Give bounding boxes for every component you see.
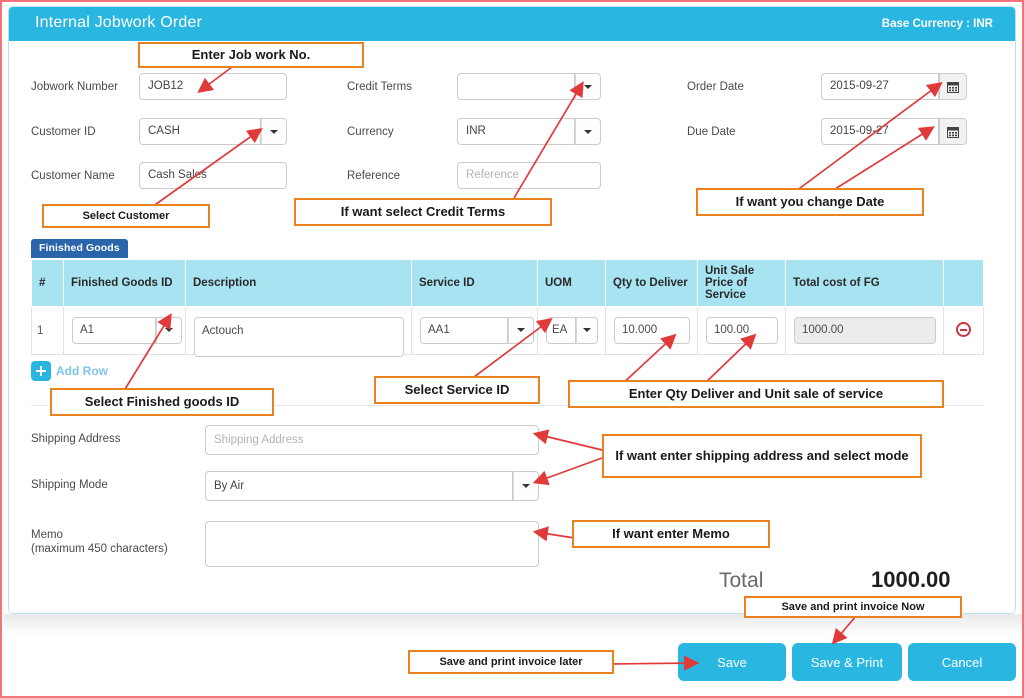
finished-goods-table: # Finished Goods ID Description Service …	[31, 259, 984, 357]
shipping-mode-input[interactable]: By Air	[205, 471, 513, 501]
cell-description: Actouch	[185, 306, 412, 357]
annotation-select-credit-terms: If want select Credit Terms	[294, 198, 552, 226]
cancel-button[interactable]: Cancel	[908, 643, 1016, 681]
label-memo-hint: (maximum 450 characters)	[31, 543, 168, 555]
currency-dropdown-button[interactable]	[575, 118, 601, 145]
annotation-save-print-later: Save and print invoice later	[408, 650, 614, 674]
chevron-down-icon	[584, 84, 592, 89]
label-memo: Memo	[31, 529, 63, 541]
annotation-select-fg-id: Select Finished goods ID	[50, 388, 274, 416]
label-customer-id: Customer ID	[31, 126, 96, 138]
finished-goods-id-dropdown-button[interactable]	[156, 316, 182, 344]
annotation-enter-qty-price: Enter Qty Deliver and Unit sale of servi…	[568, 380, 944, 408]
annotation-select-customer: Select Customer	[42, 204, 210, 228]
shipping-mode-dropdown-button[interactable]	[513, 471, 539, 501]
col-index: #	[31, 259, 64, 307]
customer-id-dropdown-button[interactable]	[261, 118, 287, 145]
qty-to-deliver-input[interactable]: 10.000	[614, 316, 690, 344]
chevron-down-icon	[165, 328, 173, 332]
order-date-calendar-button[interactable]	[939, 73, 967, 100]
label-currency: Currency	[347, 126, 394, 138]
cell-service-id: AA1	[411, 306, 538, 355]
cell-uom: EA	[537, 306, 606, 355]
finished-goods-id-input[interactable]: A1	[72, 316, 156, 344]
tab-finished-goods[interactable]: Finished Goods	[31, 239, 128, 258]
label-reference: Reference	[347, 170, 401, 182]
due-date-input[interactable]: 2015-09-27	[821, 118, 939, 145]
order-date-input[interactable]: 2015-09-27	[821, 73, 939, 100]
total-value: 1000.00	[871, 567, 951, 592]
calendar-icon	[947, 81, 959, 93]
due-date-calendar-button[interactable]	[939, 118, 967, 145]
label-order-date: Order Date	[687, 81, 744, 93]
save-button[interactable]: Save	[678, 643, 786, 681]
chevron-down-icon	[583, 328, 591, 332]
plus-icon	[31, 361, 51, 381]
cell-unit-sale-price: 100.00	[697, 306, 786, 355]
annotation-shipping: If want enter shipping address and selec…	[602, 434, 922, 478]
chevron-down-icon	[584, 129, 592, 134]
credit-terms-input[interactable]	[457, 73, 575, 100]
save-and-print-button[interactable]: Save & Print	[792, 643, 902, 681]
shipping-address-input[interactable]: Shipping Address	[205, 425, 539, 455]
uom-dropdown-button[interactable]	[576, 316, 598, 344]
label-credit-terms: Credit Terms	[347, 81, 412, 93]
cell-total-cost-fg: 1000.00	[785, 306, 944, 355]
col-actions	[943, 259, 984, 307]
col-qty-to-deliver: Qty to Deliver	[605, 259, 698, 307]
table-row: 1 A1 Actouch AA1 EA 10.000 100.00 1000.0…	[31, 306, 984, 357]
label-shipping-address: Shipping Address	[31, 433, 121, 445]
annotation-change-date: If want you change Date	[696, 188, 924, 216]
currency-input[interactable]: INR	[457, 118, 575, 145]
col-service-id: Service ID	[411, 259, 538, 307]
cell-finished-goods-id: A1	[63, 306, 186, 355]
customer-name-input[interactable]: Cash Sales	[139, 162, 287, 189]
service-id-input[interactable]: AA1	[420, 316, 508, 344]
description-input[interactable]: Actouch	[194, 316, 404, 357]
label-shipping-mode: Shipping Mode	[31, 479, 108, 491]
credit-terms-dropdown-button[interactable]	[575, 73, 601, 100]
jobwork-number-input[interactable]: JOB12	[139, 73, 287, 100]
uom-input[interactable]: EA	[546, 316, 576, 344]
panel-header: Internal Jobwork Order Base Currency : I…	[9, 7, 1015, 41]
col-unit-sale-price: Unit Sale Price of Service	[697, 259, 786, 307]
service-id-dropdown-button[interactable]	[508, 316, 534, 344]
annotation-select-service-id: Select Service ID	[374, 376, 540, 404]
table-header-row: # Finished Goods ID Description Service …	[31, 259, 984, 307]
jobwork-order-panel: Internal Jobwork Order Base Currency : I…	[8, 6, 1016, 614]
add-row-label: Add Row	[56, 364, 108, 378]
chevron-down-icon	[522, 484, 530, 488]
base-currency-label: Base Currency : INR	[881, 18, 993, 30]
memo-textarea[interactable]	[205, 521, 539, 567]
add-row-button[interactable]: Add Row	[31, 361, 108, 381]
chevron-down-icon	[270, 129, 278, 134]
cell-qty-to-deliver: 10.000	[605, 306, 698, 355]
label-jobwork-number: Jobwork Number	[31, 81, 118, 93]
annotation-memo: If want enter Memo	[572, 520, 770, 548]
remove-row-icon[interactable]	[956, 321, 971, 337]
col-uom: UOM	[537, 259, 606, 307]
cell-delete	[943, 306, 984, 355]
annotation-save-print-now: Save and print invoice Now	[744, 596, 962, 618]
page-title: Internal Jobwork Order	[35, 14, 203, 31]
row-index: 1	[31, 306, 64, 355]
total-cost-fg-value: 1000.00	[794, 316, 936, 344]
chevron-down-icon	[517, 328, 525, 332]
unit-sale-price-input[interactable]: 100.00	[706, 316, 778, 344]
col-total-cost-fg: Total cost of FG	[785, 259, 944, 307]
col-finished-goods-id: Finished Goods ID	[63, 259, 186, 307]
label-due-date: Due Date	[687, 126, 736, 138]
app-window: Internal Jobwork Order Base Currency : I…	[0, 0, 1024, 698]
calendar-icon	[947, 126, 959, 138]
label-customer-name: Customer Name	[31, 170, 115, 182]
reference-input[interactable]: Reference	[457, 162, 601, 189]
customer-id-input[interactable]: CASH	[139, 118, 261, 145]
col-description: Description	[185, 259, 412, 307]
annotation-enter-jobwork-no: Enter Job work No.	[138, 42, 364, 68]
total-label: Total	[719, 569, 764, 592]
